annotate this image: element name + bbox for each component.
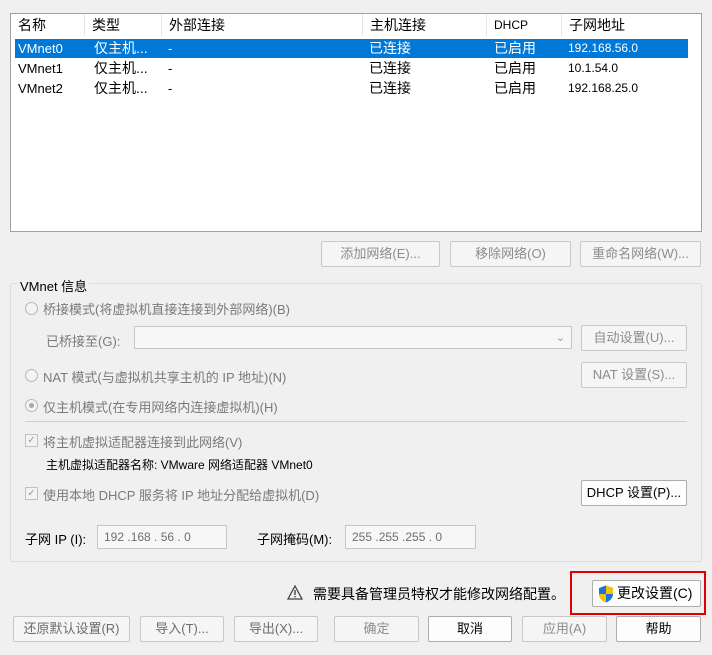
cell-name: VMnet1 xyxy=(18,61,63,76)
cell-dhcp: 已启用 xyxy=(494,60,536,76)
column-header-dhcp[interactable]: DHCP xyxy=(487,14,562,36)
cell-external: - xyxy=(168,61,173,76)
cell-external: - xyxy=(168,41,173,56)
cell-dhcp: 已启用 xyxy=(494,40,536,56)
rename-network-button[interactable]: 重命名网络(W)... xyxy=(580,241,701,267)
divider xyxy=(25,421,687,422)
nat-mode-label: NAT 模式(与虚拟机共享主机的 IP 地址)(N) xyxy=(43,370,287,385)
nat-mode-radio[interactable] xyxy=(25,369,38,382)
ok-button[interactable]: 确定 xyxy=(334,616,419,642)
subnet-ip-label: 子网 IP (I): xyxy=(25,532,87,547)
bridged-to-select[interactable]: ⌄ xyxy=(134,326,572,349)
subnet-ip-input[interactable]: 192 .168 . 56 . 0 xyxy=(97,525,227,549)
cancel-button[interactable]: 取消 xyxy=(428,616,512,642)
change-settings-label: 更改设置(C) xyxy=(617,585,693,601)
cell-host: 已连接 xyxy=(369,80,411,96)
table-row[interactable]: VMnet0 仅主机... - 已连接 已启用 192.168.56.0 xyxy=(15,39,688,58)
column-header-subnet[interactable]: 子网地址 xyxy=(562,14,702,36)
auto-settings-button[interactable]: 自动设置(U)... xyxy=(581,325,687,351)
cell-type: 仅主机... xyxy=(94,40,148,56)
cell-external: - xyxy=(168,81,173,96)
change-settings-button[interactable]: 更改设置(C) xyxy=(592,580,701,607)
nat-settings-button[interactable]: NAT 设置(S)... xyxy=(581,362,687,388)
cell-name: VMnet0 xyxy=(18,41,63,56)
add-network-button[interactable]: 添加网络(E)... xyxy=(321,241,440,267)
admin-notice: 需要具备管理员特权才能修改网络配置。 xyxy=(313,586,565,602)
connect-adapter-checkbox[interactable]: ✓ xyxy=(25,434,38,447)
connect-adapter-label: 将主机虚拟适配器连接到此网络(V) xyxy=(43,435,243,450)
network-list[interactable]: 名称 类型 外部连接 主机连接 DHCP 子网地址 VMnet0 仅主机... … xyxy=(10,13,702,232)
apply-button[interactable]: 应用(A) xyxy=(522,616,607,642)
cell-dhcp: 已启用 xyxy=(494,80,536,96)
uac-shield-icon xyxy=(598,585,614,603)
cell-host: 已连接 xyxy=(369,40,411,56)
dhcp-checkbox[interactable]: ✓ xyxy=(25,487,38,500)
column-header-external[interactable]: 外部连接 xyxy=(162,14,363,36)
dhcp-label: 使用本地 DHCP 服务将 IP 地址分配给虚拟机(D) xyxy=(43,488,320,503)
cell-host: 已连接 xyxy=(369,60,411,76)
cell-subnet: 10.1.54.0 xyxy=(568,61,619,75)
bridged-mode-label: 桥接模式(将虚拟机直接连接到外部网络)(B) xyxy=(43,302,290,317)
column-header-name[interactable]: 名称 xyxy=(11,14,85,36)
cell-type: 仅主机... xyxy=(94,80,148,96)
column-header-host[interactable]: 主机连接 xyxy=(363,14,487,36)
cell-subnet: 192.168.25.0 xyxy=(568,81,639,95)
restore-defaults-button[interactable]: 还原默认设置(R) xyxy=(13,616,130,642)
host-only-mode-radio[interactable] xyxy=(25,399,38,412)
table-row[interactable]: VMnet2 仅主机... - 已连接 已启用 192.168.25.0 xyxy=(15,79,688,98)
remove-network-button[interactable]: 移除网络(O) xyxy=(450,241,571,267)
vmnet-info-title: VMnet 信息 xyxy=(18,276,90,295)
column-header-type[interactable]: 类型 xyxy=(85,14,162,36)
subnet-mask-input[interactable]: 255 .255 .255 . 0 xyxy=(345,525,476,549)
bridged-to-label: 已桥接至(G): xyxy=(46,334,121,349)
table-row[interactable]: VMnet1 仅主机... - 已连接 已启用 10.1.54.0 xyxy=(15,59,688,78)
chevron-down-icon: ⌄ xyxy=(555,332,565,344)
dhcp-settings-button[interactable]: DHCP 设置(P)... xyxy=(581,480,687,506)
help-button[interactable]: 帮助 xyxy=(616,616,701,642)
cell-subnet: 192.168.56.0 xyxy=(568,41,639,55)
export-button[interactable]: 导出(X)... xyxy=(234,616,318,642)
cell-name: VMnet2 xyxy=(18,81,63,96)
cell-type: 仅主机... xyxy=(94,60,148,76)
adapter-name-label: 主机虚拟适配器名称: VMware 网络适配器 VMnet0 xyxy=(46,458,313,472)
bridged-mode-radio[interactable] xyxy=(25,302,38,315)
warning-icon xyxy=(286,584,304,600)
import-button[interactable]: 导入(T)... xyxy=(140,616,224,642)
host-only-mode-label: 仅主机模式(在专用网络内连接虚拟机)(H) xyxy=(43,400,278,415)
subnet-mask-label: 子网掩码(M): xyxy=(257,532,333,547)
